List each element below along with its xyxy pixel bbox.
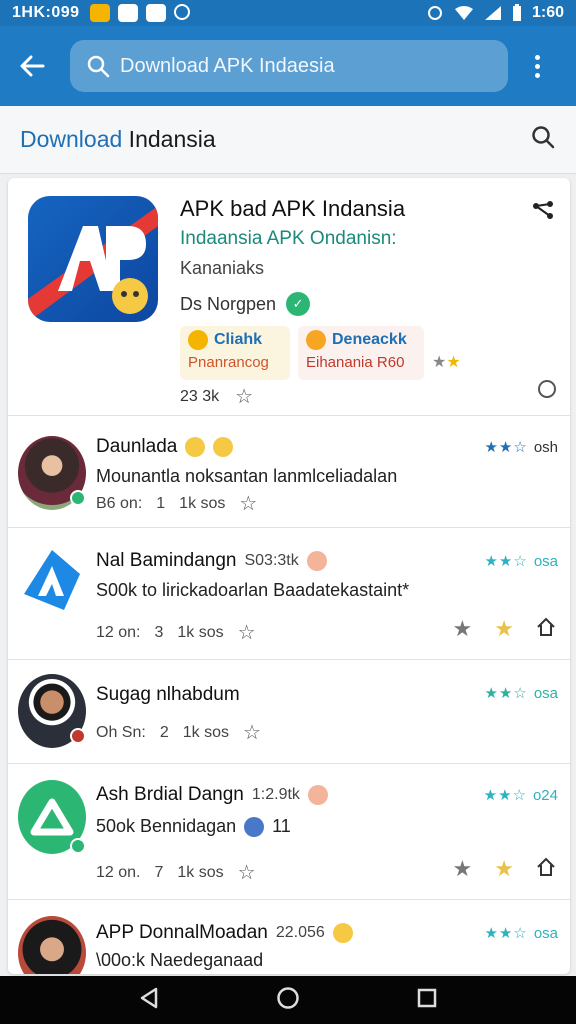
featured-subtitle: Indaansia APK Ondanisn:	[180, 228, 397, 249]
section-header: Download Indansia	[0, 106, 576, 174]
star-outline-icon: ☆	[237, 622, 256, 644]
avatar	[18, 916, 86, 974]
list-item[interactable]: Nal Bamindangn S03:3tk S00k to lirickado…	[8, 528, 570, 660]
verified-badge-icon	[70, 838, 86, 854]
list-item[interactable]: APP DonnalMoadan 22.056 \00o:k Naedegana…	[8, 900, 570, 974]
section-search-button[interactable]	[530, 124, 556, 155]
system-nav-bar	[0, 976, 576, 1024]
item-actions: ★ ★	[453, 616, 556, 642]
notification-icons	[89, 4, 190, 22]
verified-badge-icon	[70, 490, 86, 506]
item-description: \00o:k Naedeganaad	[96, 950, 264, 970]
emoji-icon	[307, 785, 328, 805]
list-item[interactable]: Sugag nlhabdum Oh Sn: 2 1k sos ☆ ★★☆ osa	[8, 660, 570, 764]
search-input[interactable]: Download APK Indaesia	[70, 40, 508, 92]
star-outline-icon: ☆	[235, 386, 254, 408]
emoji-icon	[213, 437, 234, 457]
item-title: APP DonnalMoadan	[96, 922, 268, 943]
status-time: 1HK:099	[12, 4, 80, 21]
item-rating: ★★☆ osa	[484, 552, 558, 571]
item-meta: B6 on: 1 1k sos ☆	[96, 493, 258, 515]
notification-sync-icon	[173, 4, 190, 20]
section-title: Download Indansia	[20, 126, 216, 152]
item-description: 50ok Bennidagan 11	[96, 816, 291, 837]
status-bar: 1HK:099 1:60	[0, 0, 576, 26]
search-query: Download APK Indaesia	[120, 54, 335, 77]
nav-recents-button[interactable]	[416, 987, 438, 1014]
star-outline-icon: ☆	[242, 722, 261, 744]
list-item[interactable]: Ash Brdial Dangn 1:2.9tk 50ok Bennidagan…	[8, 764, 570, 900]
rating-stars-icon: ★★☆	[484, 685, 528, 702]
featured-meta: 23 3k ☆	[180, 386, 254, 408]
item-title: Daunlada	[96, 436, 178, 457]
sync-icon	[427, 6, 442, 20]
featured-app-icon	[28, 196, 158, 322]
verified-icon: ✓	[286, 292, 311, 316]
item-meta: Oh Sn: 2 1k sos ☆	[96, 722, 261, 744]
square-recents-icon	[417, 988, 437, 1007]
search-icon	[87, 55, 110, 78]
featured-rating-stars: ★★	[432, 354, 461, 371]
notification-mail-icon	[89, 4, 110, 22]
verified-badge-icon	[70, 728, 86, 744]
emoji-icon	[332, 923, 353, 943]
featured-title: APK bad APK Indansia	[180, 196, 406, 221]
star-outline-icon: ☆	[237, 862, 256, 884]
emoji-icon	[185, 437, 206, 457]
nav-back-button[interactable]	[138, 986, 160, 1015]
item-rating: ★★☆ osa	[484, 684, 558, 703]
featured-chip-1[interactable]: Cliahk Pnanrancog	[180, 326, 290, 380]
select-radio[interactable]	[538, 380, 556, 398]
item-meta: 12 on: 3 1k sos ☆	[96, 622, 256, 644]
signal-icon	[484, 6, 501, 20]
battery-icon	[512, 4, 521, 21]
star-outline-icon: ☆	[239, 493, 258, 515]
arrow-left-icon	[20, 55, 45, 77]
item-actions: ★ ★	[453, 856, 556, 882]
rating-stars-icon: ★★☆	[483, 787, 527, 804]
coin-icon	[188, 330, 208, 350]
rating-stars-icon: ★★☆	[484, 925, 528, 942]
favorite-button[interactable]: ★	[494, 616, 514, 642]
rating-stars-icon: ★★☆	[484, 439, 528, 456]
globe-icon	[244, 816, 265, 837]
emoji-icon	[306, 551, 327, 571]
item-description: Mounantla noksantan lanmlceliadalan	[96, 466, 398, 486]
item-meta: 12 on. 7 1k sos ☆	[96, 862, 256, 884]
item-rating: ★★☆ osh	[484, 438, 558, 457]
featured-developer: Ds Norgpen ✓	[180, 292, 311, 316]
share-button[interactable]	[532, 200, 554, 225]
item-title: Sugag nlhabdum	[96, 684, 240, 705]
back-button[interactable]	[14, 48, 50, 84]
item-title: Ash Brdial Dangn	[96, 784, 244, 805]
home-icon[interactable]	[536, 617, 556, 642]
app-logo-icon	[18, 544, 86, 618]
wifi-icon	[454, 6, 473, 20]
search-icon	[532, 126, 555, 149]
results-card: APK bad APK Indansia Indaansia APK Ondan…	[8, 178, 570, 974]
featured-app[interactable]: APK bad APK Indansia Indaansia APK Ondan…	[8, 178, 570, 416]
heart-icon	[306, 330, 326, 350]
item-rating: ★★☆ osa	[484, 924, 558, 943]
share-icon	[533, 201, 553, 219]
item-rating: ★★☆ o24	[483, 786, 558, 805]
app-bar: Download APK Indaesia	[0, 26, 576, 106]
notification-app-icon	[117, 4, 138, 22]
circle-home-icon	[277, 986, 299, 1009]
home-icon[interactable]	[536, 857, 556, 882]
rating-stars-icon: ★★☆	[484, 553, 528, 570]
list-item[interactable]: Daunlada Mounantla noksantan lanmlceliad…	[8, 416, 570, 528]
item-title: Nal Bamindangn	[96, 550, 237, 571]
overflow-menu-button[interactable]	[530, 54, 544, 78]
item-description: S00k to lirickadoarlan Baadatekastaint*	[96, 580, 410, 600]
nav-home-button[interactable]	[276, 986, 300, 1015]
favorite-button[interactable]: ★	[494, 856, 514, 882]
status-clock: 1:60	[531, 4, 564, 21]
triangle-back-icon	[140, 987, 158, 1008]
notification-bag-icon	[145, 4, 166, 22]
star-button[interactable]: ★	[453, 856, 473, 882]
featured-chip-2[interactable]: Deneackk Eihanania R60	[298, 326, 424, 380]
star-button[interactable]: ★	[453, 616, 473, 642]
featured-category: Kananiaks	[180, 258, 265, 278]
